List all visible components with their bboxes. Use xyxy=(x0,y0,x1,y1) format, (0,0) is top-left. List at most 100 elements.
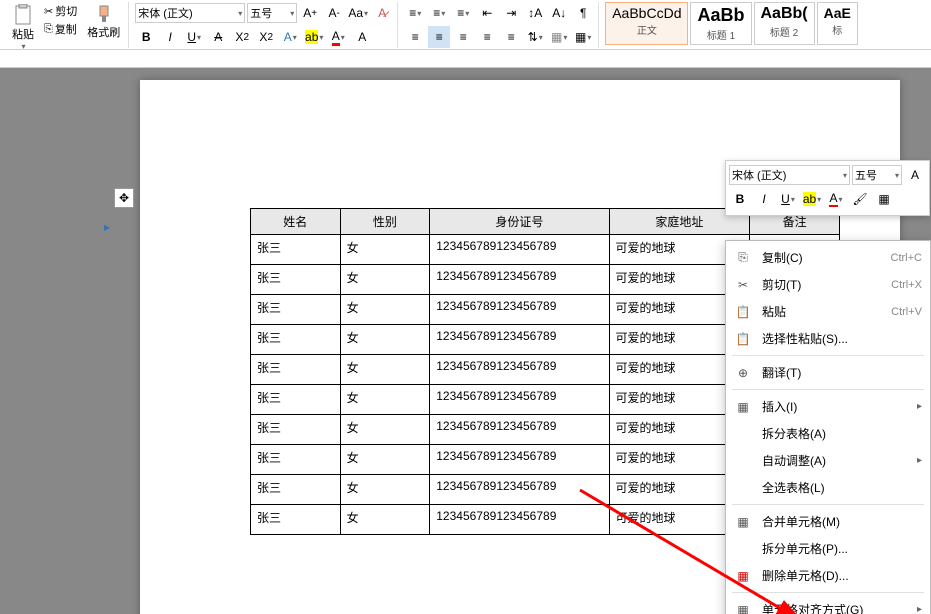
style-heading2[interactable]: AaBb(标题 2 xyxy=(754,2,815,45)
ctx-paste-special[interactable]: 📋选择性粘贴(S)... xyxy=(726,325,930,352)
ctx-select-all-table[interactable]: 全选表格(L) xyxy=(726,474,930,501)
ctx-copy[interactable]: ⎘复制(C)Ctrl+C xyxy=(726,244,930,271)
numbering-button[interactable]: ≡▾ xyxy=(428,2,450,24)
sort-button[interactable]: A↓ xyxy=(548,2,570,24)
clear-format-button[interactable]: A̷ xyxy=(371,2,393,24)
justify-button[interactable]: ≡ xyxy=(476,26,498,48)
grow-font-button[interactable]: A+ xyxy=(299,2,321,24)
table-cell[interactable]: 女 xyxy=(340,325,430,355)
ctx-cell-align[interactable]: ▦单元格对齐方式(G)▸ xyxy=(726,596,930,614)
ctx-merge-cells[interactable]: ▦合并单元格(M) xyxy=(726,508,930,535)
decrease-indent-button[interactable]: ⇤ xyxy=(476,2,498,24)
align-right-button[interactable]: ≡ xyxy=(452,26,474,48)
cut-button[interactable]: ✂剪切 xyxy=(40,2,81,20)
ctx-auto-fit[interactable]: 自动调整(A)▸ xyxy=(726,447,930,474)
shading-button[interactable]: ▦▾ xyxy=(548,26,570,48)
mini-font-color-button[interactable]: A▾ xyxy=(825,188,847,210)
mini-font-family-select[interactable]: 宋体 (正文)▾ xyxy=(729,165,850,185)
align-left-button[interactable]: ≡ xyxy=(404,26,426,48)
text-effects-button[interactable]: A▾ xyxy=(279,26,301,48)
text-direction-button[interactable]: ↕A xyxy=(524,2,546,24)
bold-button[interactable]: B xyxy=(135,26,157,48)
table-cell[interactable]: 123456789123456789 xyxy=(430,295,609,325)
paste-button[interactable]: 粘贴▾ xyxy=(8,2,38,53)
table-cell[interactable]: 女 xyxy=(340,235,430,265)
mini-borders-button[interactable]: ▦ xyxy=(873,188,895,210)
ctx-paste[interactable]: 📋粘贴Ctrl+V xyxy=(726,298,930,325)
table-header[interactable]: 性别 xyxy=(340,209,430,235)
table-cell[interactable]: 123456789123456789 xyxy=(430,235,609,265)
table-cell[interactable]: 123456789123456789 xyxy=(430,265,609,295)
table-cell[interactable]: 张三 xyxy=(251,415,341,445)
mini-italic-button[interactable]: I xyxy=(753,188,775,210)
superscript-button[interactable]: X2 xyxy=(231,26,253,48)
table-cell[interactable]: 女 xyxy=(340,385,430,415)
table-cell[interactable]: 张三 xyxy=(251,325,341,355)
ctx-cut[interactable]: ✂剪切(T)Ctrl+X xyxy=(726,271,930,298)
font-color-button[interactable]: A▾ xyxy=(327,26,349,48)
table-cell[interactable]: 张三 xyxy=(251,475,341,505)
table-cell[interactable]: 张三 xyxy=(251,235,341,265)
style-heading1[interactable]: AaBb标题 1 xyxy=(690,2,751,45)
mini-font-size-select[interactable]: 五号▾ xyxy=(852,165,902,185)
mini-highlight-button[interactable]: ab▾ xyxy=(801,188,823,210)
table-cell[interactable]: 123456789123456789 xyxy=(430,475,609,505)
subscript-button[interactable]: X2 xyxy=(255,26,277,48)
bullets-button[interactable]: ≡▾ xyxy=(404,2,426,24)
table-move-handle[interactable]: ✥ xyxy=(114,188,134,208)
format-painter-button[interactable]: 格式刷 xyxy=(83,2,124,42)
paste-label: 粘贴 xyxy=(12,26,34,42)
distribute-button[interactable]: ≡ xyxy=(500,26,522,48)
line-spacing-button[interactable]: ⇅▾ xyxy=(524,26,546,48)
mini-bold-button[interactable]: B xyxy=(729,188,751,210)
italic-button[interactable]: I xyxy=(159,26,181,48)
align-center-button[interactable]: ≡ xyxy=(428,26,450,48)
mini-format-painter-button[interactable]: 🖌 xyxy=(849,188,871,210)
show-marks-button[interactable]: ¶ xyxy=(572,2,594,24)
table-cell[interactable]: 女 xyxy=(340,295,430,325)
shrink-font-button[interactable]: A- xyxy=(323,2,345,24)
strike-button[interactable]: A xyxy=(207,26,229,48)
comment-indicator-icon[interactable]: ▸ xyxy=(104,220,110,234)
table-cell[interactable]: 张三 xyxy=(251,355,341,385)
borders-button[interactable]: ▦▾ xyxy=(572,26,594,48)
ctx-split-cells[interactable]: 拆分单元格(P)... xyxy=(726,535,930,562)
table-cell[interactable]: 女 xyxy=(340,505,430,535)
table-cell[interactable]: 123456789123456789 xyxy=(430,505,609,535)
char-shading-button[interactable]: A xyxy=(351,26,373,48)
ctx-insert[interactable]: ▦插入(I)▸ xyxy=(726,393,930,420)
table-cell[interactable]: 张三 xyxy=(251,385,341,415)
table-cell[interactable]: 123456789123456789 xyxy=(430,325,609,355)
highlight-button[interactable]: ab▾ xyxy=(303,26,325,48)
font-family-select[interactable]: 宋体 (正文)▾ xyxy=(135,3,245,23)
style-normal[interactable]: AaBbCcDd正文 xyxy=(605,2,688,45)
table-header[interactable]: 身份证号 xyxy=(430,209,609,235)
ctx-delete-cells[interactable]: ▦删除单元格(D)... xyxy=(726,562,930,589)
multilevel-button[interactable]: ≡▾ xyxy=(452,2,474,24)
table-cell[interactable]: 张三 xyxy=(251,295,341,325)
ctx-translate[interactable]: ⊕翻译(T) xyxy=(726,359,930,386)
style-heading3[interactable]: AaE标 xyxy=(817,2,858,45)
copy-button[interactable]: ⎘复制 xyxy=(40,20,81,38)
table-cell[interactable]: 张三 xyxy=(251,445,341,475)
font-size-select[interactable]: 五号▾ xyxy=(247,3,297,23)
increase-indent-button[interactable]: ⇥ xyxy=(500,2,522,24)
table-header[interactable]: 姓名 xyxy=(251,209,341,235)
horizontal-ruler[interactable] xyxy=(0,50,931,68)
table-cell[interactable]: 女 xyxy=(340,445,430,475)
table-cell[interactable]: 女 xyxy=(340,415,430,445)
table-cell[interactable]: 123456789123456789 xyxy=(430,415,609,445)
table-cell[interactable]: 张三 xyxy=(251,265,341,295)
mini-underline-button[interactable]: U▾ xyxy=(777,188,799,210)
table-cell[interactable]: 女 xyxy=(340,265,430,295)
table-cell[interactable]: 女 xyxy=(340,355,430,385)
table-cell[interactable]: 123456789123456789 xyxy=(430,385,609,415)
table-cell[interactable]: 女 xyxy=(340,475,430,505)
change-case-button[interactable]: Aa▾ xyxy=(347,2,369,24)
mini-grow-font-button[interactable]: A xyxy=(904,164,926,186)
table-cell[interactable]: 张三 xyxy=(251,505,341,535)
underline-button[interactable]: U▾ xyxy=(183,26,205,48)
ctx-split-table[interactable]: 拆分表格(A) xyxy=(726,420,930,447)
table-cell[interactable]: 123456789123456789 xyxy=(430,445,609,475)
table-cell[interactable]: 123456789123456789 xyxy=(430,355,609,385)
